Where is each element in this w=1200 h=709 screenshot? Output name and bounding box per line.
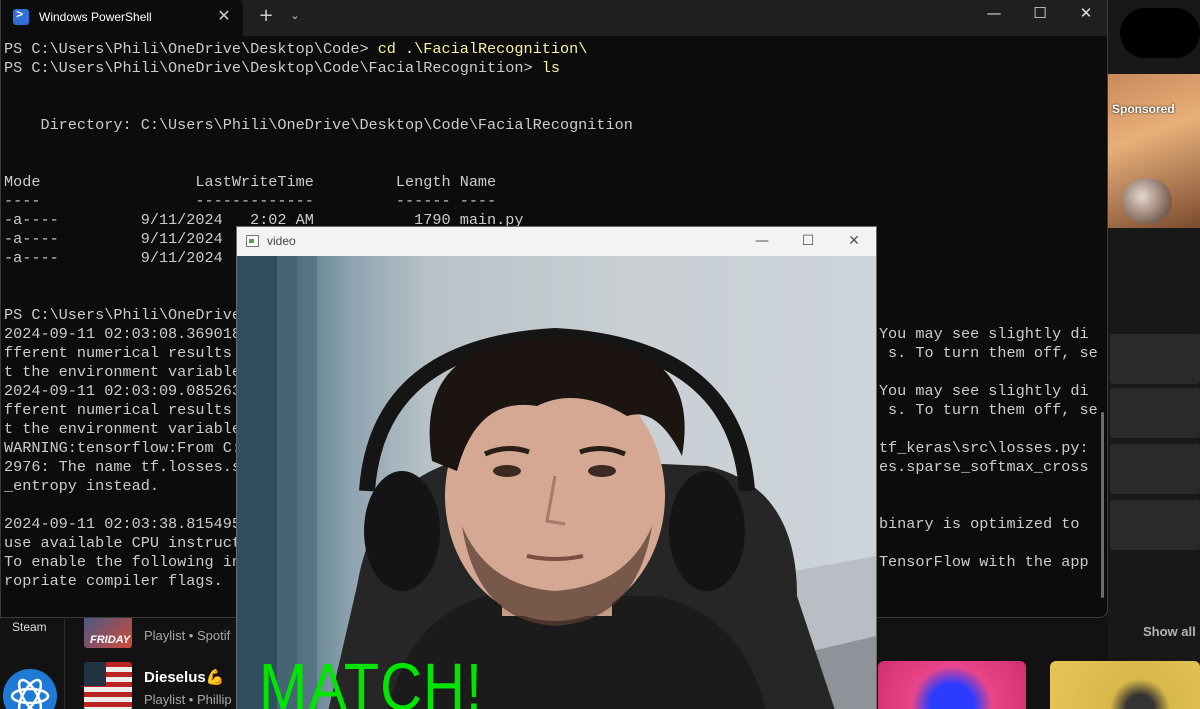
window-app-icon [246,235,259,247]
powershell-icon: > [13,8,29,25]
thumbnail-text: FRIDAY [90,634,131,646]
sponsored-ad[interactable]: Sponsored [1108,74,1200,228]
terminal-line-text: PS C:\Users\Phili\OneDrive [4,306,241,324]
terminal-line-text: t the environment variable [4,420,241,438]
divider [64,617,65,709]
video-window: video — ☐ ✕ MATCH! [236,226,877,709]
maximize-button[interactable]: ☐ [785,227,831,256]
desktop: Sponsored Show all Steam FRIDAY Playlist… [0,0,1200,709]
terminal-line-text: use available CPU instruct [4,534,241,552]
video-window-title: video [267,234,296,248]
steam-label: Steam [12,620,47,634]
album-card[interactable] [878,661,1026,709]
terminal-tab[interactable]: > Windows PowerShell ✕ [1,0,243,36]
terminal-command: ls [541,59,560,77]
album-card[interactable] [1050,661,1200,709]
playlist-title[interactable]: Dieselus💪 [144,668,224,686]
maximize-button[interactable]: ☐ [1017,0,1063,30]
close-button[interactable]: ✕ [831,227,877,256]
list-item[interactable] [1110,444,1200,494]
background-app-right-panel: Sponsored Show all [1108,0,1200,709]
scrollbar[interactable] [1101,412,1104,598]
close-tab-icon[interactable]: ✕ [214,6,234,26]
webcam-image [237,256,876,709]
playlist-subtitle: Playlist • Spotif [144,628,231,643]
terminal-line-text: ropriate compiler flags. [4,572,223,590]
video-titlebar[interactable]: video — ☐ ✕ [237,227,876,256]
chevron-down-icon[interactable]: ⌄ [285,6,305,26]
show-all-link[interactable]: Show all [1143,624,1196,639]
ad-image [1122,178,1172,224]
terminal-line: Directory: C:\Users\Phili\OneDrive\Deskt… [4,116,1094,135]
terminal-line-text: -a---- 9/11/2024 [4,230,223,248]
terminal-command: cd .\FacialRecognition\ [377,40,588,58]
close-button[interactable]: ✕ [1063,0,1107,30]
terminal-line-text: t the environment variable [4,363,241,381]
terminal-line: PS C:\Users\Phili\OneDrive\Desktop\Code\… [4,59,1094,78]
sponsored-label: Sponsored [1112,102,1175,116]
playlist-subtitle: Playlist • Phillip [144,692,232,707]
list-item[interactable] [1110,500,1200,550]
playlist-thumbnail[interactable] [84,662,132,709]
terminal-line-text: PS C:\Users\Phili\OneDrive\Desktop\Code> [4,40,378,58]
tab-title: Windows PowerShell [39,10,152,24]
new-tab-button[interactable]: + [256,6,276,26]
terminal-line-text: -a---- 9/11/2024 [4,249,223,267]
terminal-line-text: PS C:\Users\Phili\OneDrive\Desktop\Code\… [4,59,542,77]
search-bar[interactable] [1120,8,1200,58]
match-overlay-text: MATCH! [259,650,484,709]
steam-app-icon[interactable] [3,669,57,709]
terminal-line: Mode LastWriteTime Length Name [4,173,1094,192]
list-item[interactable] [1110,334,1200,384]
webcam-frame: MATCH! [237,256,876,709]
terminal-line: ---- ------------- ------ ---- [4,192,1094,211]
minimize-button[interactable]: — [971,0,1017,30]
terminal-line: PS C:\Users\Phili\OneDrive\Desktop\Code>… [4,40,1094,59]
terminal-line-text: _entropy instead. [4,477,159,495]
atom-icon [10,678,50,709]
terminal-line-text: Mode LastWriteTime Length Name [4,173,497,191]
list-item[interactable] [1110,388,1200,438]
terminal-line-text: Directory: C:\Users\Phili\OneDrive\Deskt… [4,116,633,134]
terminal-line-text: ---- ------------- ------ ---- [4,192,497,210]
terminal-titlebar[interactable]: > Windows PowerShell ✕ + ⌄ — ☐ ✕ [1,0,1107,36]
minimize-button[interactable]: — [739,227,785,256]
